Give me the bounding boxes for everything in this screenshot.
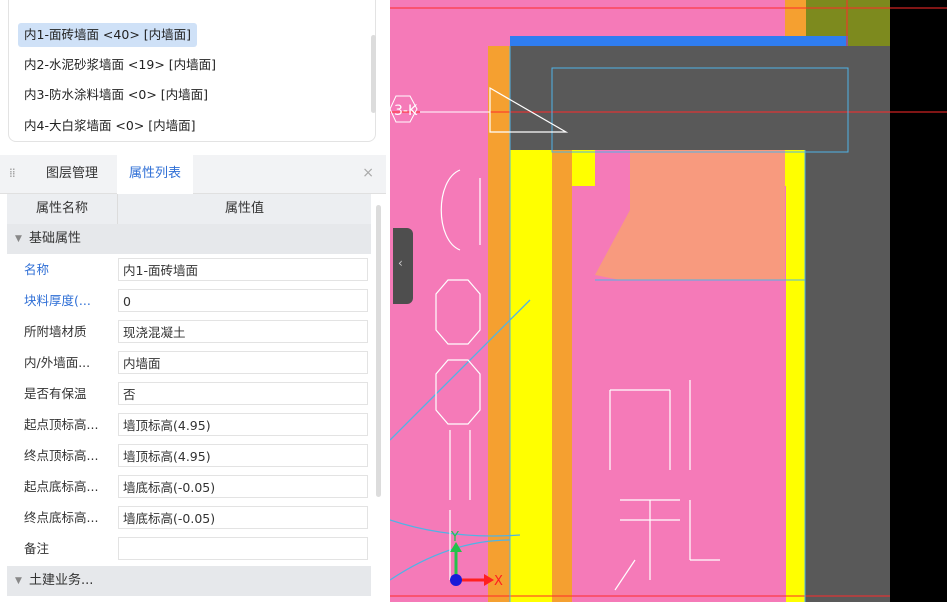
background-area [890,0,947,602]
close-icon[interactable]: × [362,165,374,181]
table-row: 起点底标高... 墙底标高(-0.05) [7,471,371,502]
panel-collapse-handle[interactable]: ‹ [393,228,413,304]
group-civil-business[interactable]: ▼ 土建业务... [7,566,371,596]
group-basic-properties[interactable]: ▼ 基础属性 [7,224,371,254]
yellow-finish-left [510,150,552,602]
axis-tag-label: 3-K [394,103,418,119]
property-value-field[interactable]: 墙顶标高(4.95) [118,413,368,436]
property-value-field[interactable]: 墙顶标高(4.95) [118,444,368,467]
table-row: 内/外墙面... 内墙面 [7,347,371,378]
orange-strip-top [785,0,806,40]
yellow-finish-right [786,150,805,602]
collapse-arrow-icon[interactable]: ▼ [15,566,22,596]
left-panel: 内1-面砖墙面 <40> [内墙面] 内2-水泥砂浆墙面 <19> [内墙面] … [0,0,390,602]
property-name: 备注 [24,541,50,556]
list-item[interactable]: 内3-防水涂料墙面 <0> [内墙面] [18,83,214,107]
property-value-field[interactable]: 0 [118,289,368,312]
list-item[interactable]: 内1-面砖墙面 <40> [内墙面] [18,23,198,47]
table-row: 终点底标高... 墙底标高(-0.05) [7,502,371,533]
component-list: 内1-面砖墙面 <40> [内墙面] 内2-水泥砂浆墙面 <19> [内墙面] … [0,0,386,146]
property-value-field[interactable]: 墙底标高(-0.05) [118,506,368,529]
table-row: 备注 [7,533,371,564]
table-row: 起点顶标高... 墙顶标高(4.95) [7,409,371,440]
property-name: 所附墙材质 [24,324,87,339]
list-item[interactable]: 内2-水泥砂浆墙面 <19> [内墙面] [18,53,222,77]
property-name: 终点底标高... [24,510,99,525]
property-value-field[interactable]: 墙底标高(-0.05) [118,475,368,498]
group-label: 土建业务... [29,573,94,588]
col-header-name: 属性名称 [7,194,118,224]
panel-tab-bar: ⁞⁞ 图层管理 属性列表 × [0,155,386,194]
property-name: 内/外墙面... [24,355,91,370]
table-row: 是否有保温 否 [7,378,371,409]
table-row: 所附墙材质 现浇混凝土 [7,316,371,347]
tab-layer-management[interactable]: 图层管理 [34,155,110,193]
col-header-value: 属性值 [224,201,264,216]
drag-grip-icon[interactable]: ⁞⁞ [9,166,16,180]
property-value-field[interactable]: 内墙面 [118,351,368,374]
collapse-arrow-icon[interactable]: ▼ [15,224,22,254]
table-row: 终点顶标高... 墙顶标高(4.95) [7,440,371,471]
property-name: 终点顶标高... [24,448,99,463]
orange-wall-mid [552,150,572,602]
chevron-left-icon: ‹ [398,256,403,270]
property-value-field[interactable]: 现浇混凝土 [118,320,368,343]
list-item[interactable]: 内4-大白浆墙面 <0> [内墙面] [18,114,202,138]
x-axis-label: X [494,574,503,589]
blue-beam [510,36,848,46]
table-row: 名称 内1-面砖墙面 [7,254,371,285]
y-axis-label: Y [450,530,459,545]
property-name: 起点顶标高... [24,417,99,432]
tab-property-list[interactable]: 属性列表 [117,155,194,194]
property-name: 块料厚度(... [24,293,91,308]
property-name: 起点底标高... [24,479,99,494]
property-value-field[interactable]: 内1-面砖墙面 [118,258,368,281]
property-name: 是否有保温 [24,386,87,401]
origin-marker [450,574,462,586]
cad-drawing-canvas[interactable]: 3-K X Y [390,0,947,602]
drawing-svg: 3-K X Y [390,0,947,602]
property-grid-header: 属性名称 属性值 [7,194,371,225]
list-scrollbar[interactable] [371,35,376,113]
property-name: 名称 [24,262,50,277]
table-row: 块料厚度(... 0 [7,285,371,316]
property-value-field[interactable] [118,537,368,560]
group-label: 基础属性 [29,231,82,246]
property-grid-scrollbar[interactable] [376,205,381,497]
property-value-field[interactable]: 否 [118,382,368,405]
